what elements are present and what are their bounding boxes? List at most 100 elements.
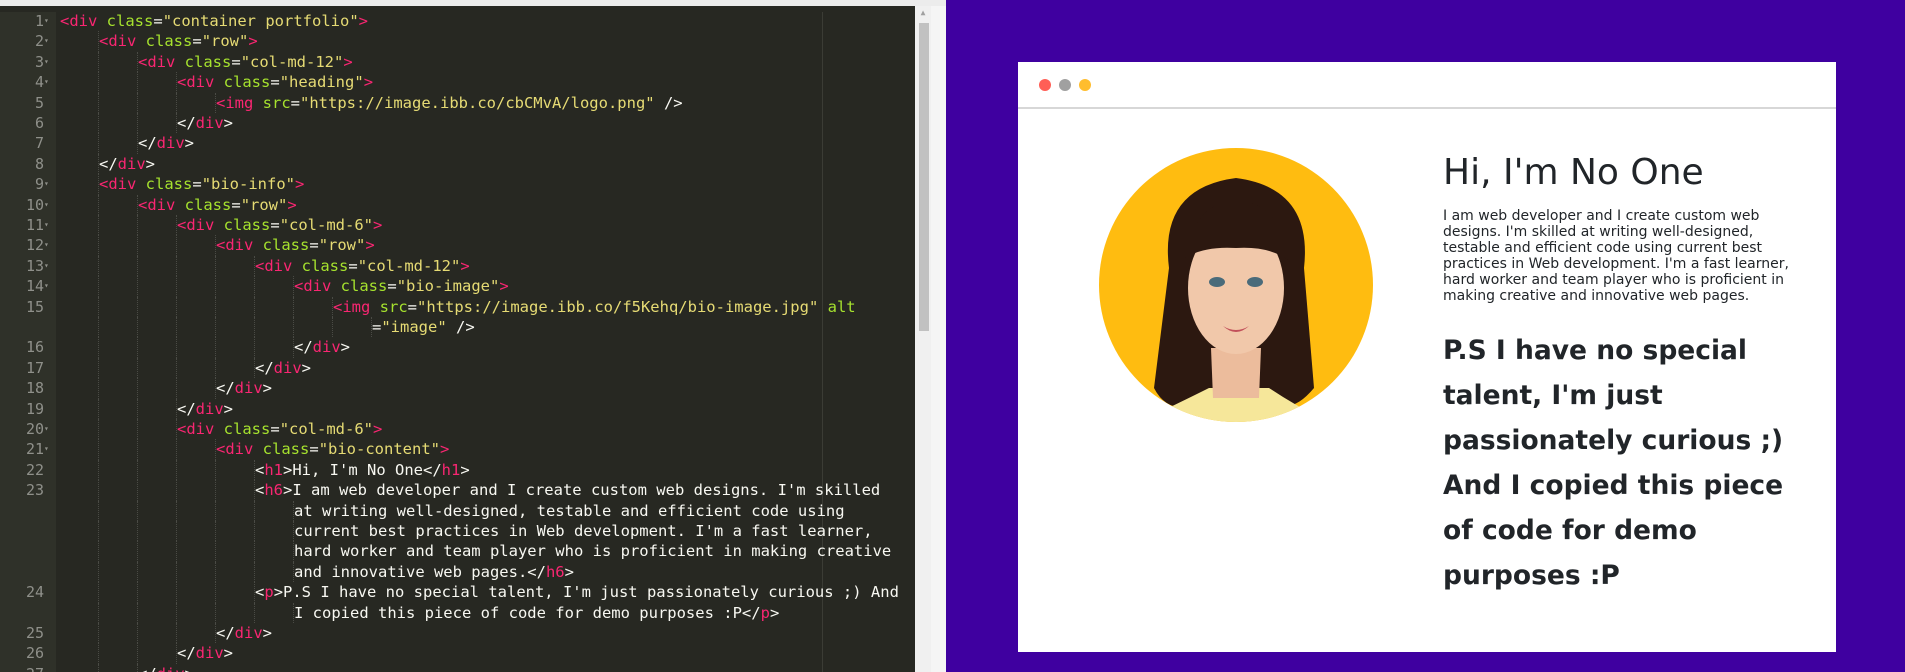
indent-guide — [137, 194, 138, 215]
code-token: div — [273, 358, 302, 377]
indent-guide — [98, 480, 99, 501]
code-line[interactable]: </div> — [216, 623, 272, 643]
indent-guide — [215, 623, 216, 644]
code-token: class — [145, 175, 193, 194]
code-token: </ — [138, 134, 157, 153]
code-token: "https://image.ibb.co/f5Kehq/bio-image.j… — [417, 297, 819, 316]
fold-arrow-icon[interactable]: ▾ — [44, 215, 54, 235]
code-line[interactable]: <div class="row"> — [99, 31, 258, 51]
indent-guide — [215, 296, 216, 317]
code-line[interactable]: <h6>I am web developer and I create cust… — [255, 480, 880, 500]
code-line[interactable]: <img src="https://image.ibb.co/f5Kehq/bi… — [333, 297, 856, 317]
indent-guide — [293, 276, 294, 297]
code-token: </ — [294, 338, 313, 357]
indent-guide — [98, 643, 99, 664]
indent-guide — [137, 500, 138, 521]
code-line[interactable]: at writing well-designed, testable and e… — [294, 501, 845, 521]
line-number: 14 — [25, 277, 44, 296]
indent-guide — [293, 337, 294, 358]
code-token: div — [156, 134, 185, 153]
fold-arrow-icon[interactable]: ▾ — [44, 174, 54, 194]
code-token: /> — [446, 318, 475, 336]
fold-arrow-icon[interactable]: ▾ — [44, 276, 54, 296]
editor-scroll-thumb[interactable] — [919, 23, 929, 331]
indent-guide — [98, 602, 99, 623]
line-number: 12 — [25, 236, 44, 255]
line-number: 25 — [25, 624, 44, 642]
indent-guide — [176, 317, 177, 338]
indent-guide — [98, 459, 99, 481]
indent-guide — [98, 235, 99, 256]
code-line[interactable]: <div class="heading"> — [177, 72, 373, 92]
fold-arrow-icon[interactable]: ▾ — [44, 31, 54, 51]
window-minimize-dot[interactable] — [1059, 79, 1071, 91]
pane-splitter[interactable] — [931, 6, 946, 672]
code-token: h6 — [545, 562, 565, 581]
indent-guide — [137, 582, 138, 603]
code-line[interactable]: <div class="col-md-6"> — [177, 215, 382, 235]
fold-arrow-icon[interactable]: ▾ — [44, 52, 54, 72]
code-token: = — [153, 12, 163, 30]
code-token: > — [460, 256, 470, 275]
code-token: </ — [99, 154, 118, 173]
code-line[interactable]: </div> — [138, 133, 194, 153]
code-token: <div — [99, 175, 146, 194]
code-token: = — [231, 195, 241, 214]
indent-guide — [137, 398, 138, 419]
code-line[interactable]: </div> — [177, 113, 233, 133]
code-line[interactable]: <h1>Hi, I'm No One</h1> — [255, 460, 470, 480]
code-line[interactable]: <div class="col-md-12"> — [255, 256, 470, 276]
code-line[interactable]: <div class="bio-content"> — [216, 439, 449, 459]
code-line[interactable]: <img src="https://image.ibb.co/cbCMvA/lo… — [216, 93, 683, 113]
line-number: 26 — [25, 644, 44, 663]
indent-guide — [137, 113, 138, 134]
indent-guide — [176, 521, 177, 542]
print-margin-line — [822, 12, 823, 672]
fold-arrow-icon[interactable]: ▾ — [44, 439, 54, 459]
scroll-up-arrow-icon[interactable]: ▲ — [917, 8, 929, 18]
code-token: h1 — [264, 460, 284, 479]
code-line[interactable]: </div> — [255, 358, 311, 378]
code-token: src — [379, 297, 408, 316]
code-editor[interactable]: 1 ▾ 2 ▾ 3 ▾ 4 ▾ 5 6 7 8 9 ▾ 10 ▾ 11 ▾ 12 ▾ 13 ▾ 14 ▾ 15 16 17 18 19 2… — [0, 6, 915, 672]
fold-arrow-icon[interactable]: ▾ — [44, 256, 54, 276]
code-line[interactable]: <p>P.S I have no special talent, I'm jus… — [255, 582, 899, 602]
code-line[interactable]: <div class="col-md-12"> — [138, 52, 353, 72]
code-line[interactable]: I copied this piece of code for demo pur… — [294, 603, 779, 623]
indent-guide — [98, 133, 99, 154]
indent-guide — [98, 31, 99, 52]
code-line[interactable]: </div> — [216, 378, 272, 398]
window-maximize-dot[interactable] — [1079, 79, 1091, 91]
code-token: current best practices in Web developmen… — [294, 522, 873, 540]
fold-arrow-icon[interactable]: ▾ — [44, 11, 54, 31]
code-line[interactable]: </div> — [99, 154, 155, 174]
code-token: div — [157, 665, 185, 672]
code-token: = — [192, 32, 202, 51]
browser-title-bar — [1018, 62, 1836, 109]
fold-arrow-icon[interactable]: ▾ — [44, 195, 54, 215]
indent-guide — [254, 602, 255, 623]
code-line[interactable]: <div class="bio-info"> — [99, 174, 304, 194]
code-line[interactable]: </div> — [177, 643, 233, 663]
window-close-dot[interactable] — [1039, 79, 1051, 91]
code-token: class — [223, 420, 271, 438]
code-line[interactable]: <div class="row"> — [138, 195, 297, 215]
fold-arrow-icon[interactable]: ▾ — [44, 72, 54, 92]
code-line[interactable]: <div class="container portfolio"> — [60, 11, 368, 31]
code-line[interactable]: </div> — [177, 399, 233, 419]
fold-arrow-icon[interactable]: ▾ — [44, 235, 54, 255]
code-line[interactable]: <div class="bio-image"> — [294, 276, 509, 296]
fold-arrow-icon[interactable]: ▾ — [44, 419, 54, 439]
code-line[interactable]: ="image" /> — [372, 317, 475, 337]
code-line[interactable]: current best practices in Web developmen… — [294, 521, 873, 541]
code-line[interactable]: hard worker and team player who is profi… — [294, 541, 891, 561]
code-line[interactable]: </div> — [294, 337, 350, 357]
indent-guide — [215, 521, 216, 542]
code-line[interactable]: and innovative web pages.</h6> — [294, 562, 574, 582]
code-line[interactable]: </div> — [138, 664, 194, 672]
code-line[interactable]: <div class="row"> — [216, 235, 375, 255]
code-line[interactable]: <div class="col-md-6"> — [177, 419, 382, 439]
indent-guide — [137, 72, 138, 93]
code-token: div — [117, 154, 146, 173]
